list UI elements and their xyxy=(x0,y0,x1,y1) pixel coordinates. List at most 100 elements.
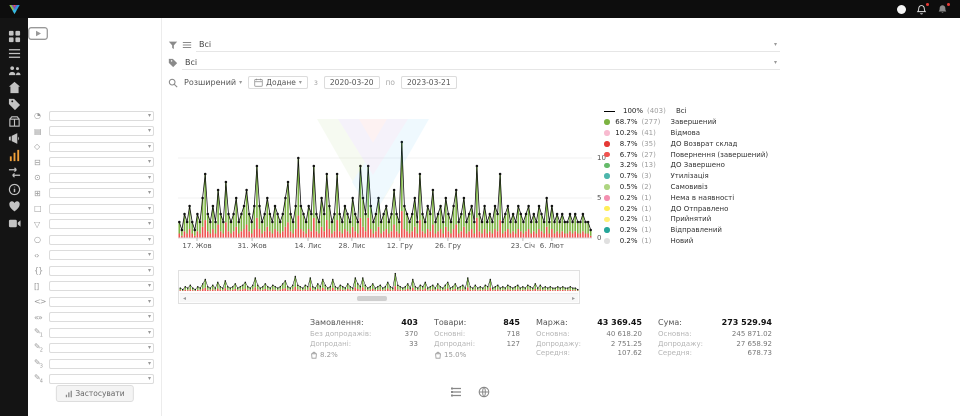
video-icon[interactable] xyxy=(8,217,21,230)
stat-row: Середня:107.62 xyxy=(536,349,642,359)
stat-row-value: 127 xyxy=(507,340,520,350)
main-chart[interactable] xyxy=(178,98,592,244)
legend-item[interactable]: 0.2%(1)Прийнятий xyxy=(604,214,804,225)
y-tick-label: 0 xyxy=(597,234,601,242)
date-field-select[interactable]: Додане ▾ xyxy=(248,76,308,89)
navigator-chart xyxy=(179,272,579,292)
legend-swatch xyxy=(604,173,610,179)
chart-navigator[interactable]: ◂ ▸ xyxy=(178,270,580,304)
alerts-bell-icon[interactable] xyxy=(937,4,948,15)
filter-select[interactable]: ▾ xyxy=(49,126,154,136)
filter-select[interactable]: ▾ xyxy=(49,343,154,353)
integrations-icon[interactable] xyxy=(8,166,21,179)
stat-row-value: 107.62 xyxy=(618,349,643,359)
topbar xyxy=(0,0,960,18)
status-filter-select[interactable]: Всі ▾ xyxy=(196,38,780,52)
store-icon[interactable] xyxy=(8,81,21,94)
stat-row-value: 718 xyxy=(507,330,520,340)
scroll-right-icon[interactable]: ▸ xyxy=(569,294,578,303)
chevron-down-icon: ▾ xyxy=(148,330,151,336)
user-avatar-icon[interactable] xyxy=(897,5,906,14)
scroll-thumb[interactable] xyxy=(357,296,387,301)
legend-item[interactable]: 0.2%(1)Відправлений xyxy=(604,225,804,236)
legend-count: (27) xyxy=(642,151,667,159)
filter-select[interactable]: ▾ xyxy=(49,142,154,152)
stat-value: 403 xyxy=(401,318,418,327)
legend-swatch xyxy=(604,152,610,158)
legend-item[interactable]: 3.2%(13)ДО Завершено xyxy=(604,160,804,171)
bell-icon[interactable] xyxy=(916,4,927,15)
scroll-track[interactable] xyxy=(189,295,569,302)
legend-item[interactable]: 0.2%(1)ДО Отправлено xyxy=(604,203,804,214)
clients-icon[interactable] xyxy=(8,64,21,77)
filter-select[interactable]: ▾ xyxy=(49,250,154,260)
filter-select[interactable]: ▾ xyxy=(49,111,154,121)
legend-item[interactable]: 68.7%(277)Завершений xyxy=(604,117,804,128)
stat-row-label: Допродажу: xyxy=(536,340,581,350)
legend-percent: 0.7% xyxy=(614,172,638,180)
search-icon[interactable] xyxy=(168,78,178,88)
legend-label: Відмова xyxy=(671,129,701,137)
filter-select[interactable]: ▾ xyxy=(49,188,154,198)
filter-row: ✎2▾ xyxy=(28,341,161,357)
stat-row-label: Допродажу: xyxy=(658,340,703,350)
stat-title-row: Маржа:43 369.45 xyxy=(536,318,642,327)
legend-percent: 68.7% xyxy=(614,118,638,126)
apply-button[interactable]: Застосувати xyxy=(55,385,133,402)
upsell-badge: 8.2% xyxy=(310,351,418,359)
globe-icon: ○ xyxy=(34,235,49,244)
x-axis-labels: 17. Жов31. Жов14. Лис28. Лис12. Гру26. Г… xyxy=(178,242,592,252)
filter-select[interactable]: ▾ xyxy=(49,266,154,276)
legend-count: (1) xyxy=(642,237,667,245)
filter-select[interactable]: ▾ xyxy=(49,157,154,167)
filter-select[interactable]: ▾ xyxy=(49,173,154,183)
legend-item[interactable]: 8.7%(35)ДО Возврат склад xyxy=(604,138,804,149)
navigator-scrollbar[interactable]: ◂ ▸ xyxy=(180,293,578,302)
filter-select[interactable]: ▾ xyxy=(49,359,154,369)
date-to-input[interactable]: 2023-03-21 xyxy=(401,76,457,89)
stat-row-value: 27 658.92 xyxy=(736,340,772,350)
legend-swatch xyxy=(604,141,610,147)
scroll-left-icon[interactable]: ◂ xyxy=(180,294,189,303)
filter-select[interactable]: ▾ xyxy=(49,204,154,214)
legend-item[interactable]: 0.2%(1)Новий xyxy=(604,236,804,247)
info-icon[interactable] xyxy=(8,183,21,196)
main-content: Всі ▾ Всі ▾ Розширений ▾ Додане ▾ з 2 xyxy=(162,18,960,416)
filter-select[interactable]: ▾ xyxy=(49,281,154,291)
legend-percent: 100% xyxy=(619,107,643,115)
source-filter-select[interactable]: Всі ▾ xyxy=(182,56,780,70)
legend-item[interactable]: 0.7%(3)Утилізація xyxy=(604,171,804,182)
legend-item[interactable]: 0.2%(1)Нема в наявності xyxy=(604,192,804,203)
apply-button-label: Застосувати xyxy=(75,389,124,398)
marketing-icon[interactable] xyxy=(8,132,21,145)
tags-icon[interactable] xyxy=(8,98,21,111)
dashboard-icon[interactable] xyxy=(8,30,21,43)
orders-icon[interactable] xyxy=(8,47,21,60)
legend-item[interactable]: 100%(403)Всі xyxy=(604,106,804,117)
globe-icon[interactable] xyxy=(478,386,490,398)
filter-select[interactable]: ▾ xyxy=(49,235,154,245)
filter-select[interactable]: ▾ xyxy=(49,374,154,384)
analytics-icon[interactable] xyxy=(8,149,21,162)
area-chart-icon: ▤ xyxy=(34,127,49,136)
x-tick-label: 6. Лют xyxy=(540,242,564,250)
y-tick-label: 5 xyxy=(597,194,601,202)
legend-item[interactable]: 0.5%(2)Самовивіз xyxy=(604,182,804,193)
filter-select[interactable]: ▾ xyxy=(49,219,154,229)
table-view-icon[interactable] xyxy=(450,386,462,398)
chevron-down-icon: ▾ xyxy=(148,345,151,351)
date-from-input[interactable]: 2020-03-20 xyxy=(324,76,380,89)
filter-select[interactable]: ▾ xyxy=(49,328,154,338)
legend-item[interactable]: 6.7%(27)Повернення (завершений) xyxy=(604,149,804,160)
search-mode-select[interactable]: Розширений ▾ xyxy=(184,78,242,87)
filter-select[interactable]: ▾ xyxy=(49,312,154,322)
video-tutorial-icon[interactable] xyxy=(28,27,161,40)
legend-count: (1) xyxy=(642,226,667,234)
legend-item[interactable]: 10.2%(41)Відмова xyxy=(604,128,804,139)
filter-row: ○▾ xyxy=(28,232,161,248)
legend-swatch xyxy=(604,111,615,113)
products-icon[interactable] xyxy=(8,115,21,128)
filter-select[interactable]: ▾ xyxy=(49,297,154,307)
partners-icon[interactable] xyxy=(8,200,21,213)
app-logo[interactable] xyxy=(8,3,21,16)
